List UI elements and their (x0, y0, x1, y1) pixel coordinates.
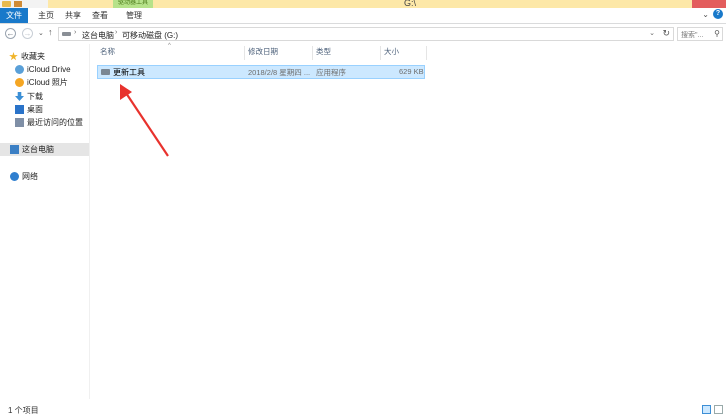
annotation-arrow (120, 84, 169, 157)
up-button[interactable]: ↑ (48, 27, 53, 37)
file-type: 应用程序 (316, 68, 346, 77)
nav-favorites[interactable]: 收藏夹 (9, 50, 89, 63)
nav-item-label: iCloud 照片 (27, 78, 68, 87)
back-button[interactable]: ← (5, 28, 16, 39)
details-view-button[interactable] (702, 405, 711, 414)
nav-item-label: 这台电脑 (22, 145, 54, 154)
navigation-pane: 收藏夹 iCloud Drive iCloud 照片 下载 桌面 最近访问的位置… (0, 44, 90, 399)
file-size: 629 KB (399, 67, 424, 76)
column-header-type[interactable]: 类型 (316, 46, 331, 60)
tab-file[interactable]: 文件 (0, 8, 28, 23)
expand-ribbon-icon[interactable]: ⌄ (702, 10, 709, 19)
application-icon (101, 69, 110, 75)
star-icon (9, 52, 18, 61)
tab-view[interactable]: 查看 (90, 8, 110, 23)
address-dropdown-icon[interactable]: ⌄ (649, 29, 655, 37)
nav-icloud-photos[interactable]: iCloud 照片 (15, 76, 89, 89)
navigation-bar: ← → ⌄ ↑ › 这台电脑 › 可移动磁盘 (G:) ⌄ ↻ 搜索"... ⚲ (0, 25, 726, 43)
column-header-modified[interactable]: 修改日期 (248, 46, 278, 60)
breadcrumb-separator[interactable]: › (74, 29, 76, 36)
drive-icon (62, 32, 71, 36)
nav-downloads[interactable]: 下载 (15, 90, 89, 103)
computer-icon (10, 145, 19, 154)
address-bar[interactable]: › 这台电脑 › 可移动磁盘 (G:) ⌄ ↻ (58, 27, 674, 41)
tab-share[interactable]: 共享 (63, 8, 83, 23)
network-icon (10, 172, 19, 181)
status-bar: 1 个项目 (0, 400, 726, 416)
item-count: 1 个项目 (8, 406, 39, 415)
column-divider[interactable] (312, 46, 313, 60)
nav-item-label: 最近访问的位置 (27, 118, 83, 127)
tab-manage[interactable]: 管理 (124, 8, 144, 23)
title-bar: 驱动器工具 G:\ (0, 0, 726, 8)
arrow-shaft (123, 89, 169, 157)
properties-icon[interactable] (14, 1, 22, 7)
close-button[interactable] (692, 0, 726, 8)
nav-network[interactable]: 网络 (10, 170, 89, 183)
search-input[interactable]: 搜索"... ⚲ (677, 27, 723, 41)
quick-access-toolbar (0, 0, 48, 8)
nav-recent-places[interactable]: 最近访问的位置 (15, 116, 89, 129)
tab-home[interactable]: 主页 (36, 8, 56, 23)
search-icon[interactable]: ⚲ (714, 29, 720, 38)
large-icons-view-button[interactable] (714, 405, 723, 414)
nav-desktop[interactable]: 桌面 (15, 103, 89, 116)
refresh-icon[interactable]: ↻ (662, 28, 670, 39)
nav-item-label: 收藏夹 (21, 52, 45, 61)
cloud-icon (15, 65, 24, 74)
nav-item-label: 桌面 (27, 105, 43, 114)
forward-button[interactable]: → (22, 28, 33, 39)
nav-item-label: 下载 (27, 92, 43, 101)
nav-this-pc[interactable]: 这台电脑 (0, 143, 89, 156)
desktop-icon (15, 105, 24, 114)
nav-icloud-drive[interactable]: iCloud Drive (15, 63, 89, 76)
context-tab-header: 驱动器工具 (113, 0, 153, 8)
column-divider[interactable] (244, 46, 245, 60)
download-icon (15, 92, 24, 101)
breadcrumb-this-pc[interactable]: 这台电脑 (82, 30, 114, 41)
search-placeholder: 搜索"... (681, 32, 704, 39)
window-title: G:\ (404, 0, 417, 8)
nav-item-label: 网络 (22, 172, 38, 181)
column-header-size[interactable]: 大小 (384, 46, 399, 60)
column-divider[interactable] (426, 46, 427, 60)
file-modified: 2018/2/8 星期四 ... (248, 68, 311, 77)
sort-ascending-icon: ^ (168, 43, 171, 49)
recent-icon (15, 118, 24, 127)
recent-locations-icon[interactable]: ⌄ (38, 29, 44, 37)
column-divider[interactable] (380, 46, 381, 60)
folder-icon[interactable] (2, 1, 11, 7)
help-icon[interactable]: ? (713, 9, 723, 19)
nav-item-label: iCloud Drive (27, 65, 71, 74)
column-header-name[interactable]: 名称 (100, 46, 115, 60)
breadcrumb-separator[interactable]: › (115, 29, 117, 36)
breadcrumb-removable-disk[interactable]: 可移动磁盘 (G:) (122, 30, 178, 41)
photos-icon (15, 78, 24, 87)
ribbon-tabs: 文件 主页 共享 查看 管理 ⌄ ? (0, 8, 726, 24)
